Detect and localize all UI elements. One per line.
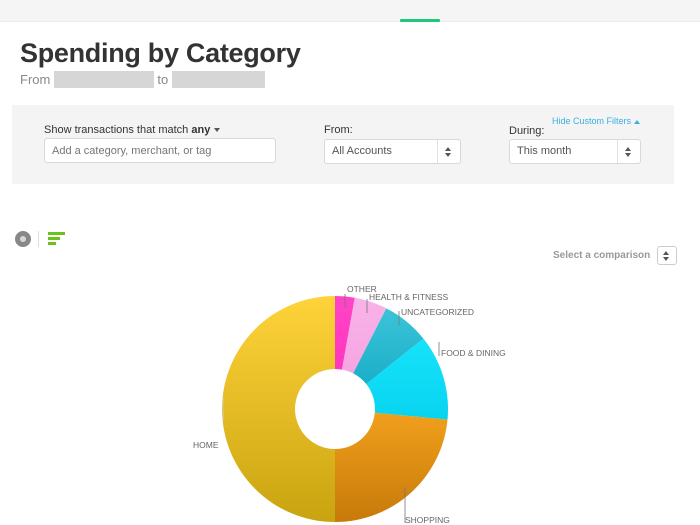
accounts-select-value: All Accounts [332,145,392,157]
spending-donut-chart: OTHERHEALTH & FITNESSUNCATEGORIZEDFOOD &… [193,284,506,525]
match-label: Show transactions that match any [44,124,221,136]
comparison-select-button[interactable] [657,246,678,265]
slice-label: FOOD & DINING [441,348,506,358]
redacted-start-date [54,71,155,88]
date-period-select[interactable]: This month [509,139,641,164]
up-down-arrows-icon [625,147,633,157]
date-period-value: This month [517,145,572,157]
match-mode-dropdown[interactable]: any [191,124,210,136]
to-label: to [157,72,169,87]
slice-label: HEALTH & FITNESS [369,292,449,302]
during-label: During: [509,125,545,137]
from-accounts-label: From: [324,124,353,136]
hide-custom-filters-link[interactable]: Hide Custom Filters [552,116,641,126]
chevron-down-icon[interactable] [214,128,221,133]
caret-up-icon [634,119,641,124]
from-label: From [20,72,51,87]
donut-chart-icon[interactable] [15,231,31,247]
page-title: Spending by Category [20,38,301,68]
up-down-arrows-icon [445,147,453,157]
comparison-label: Select a comparison [553,250,651,261]
active-tab-indicator [400,19,440,22]
search-input[interactable] [44,138,276,163]
redacted-end-date [172,71,266,88]
slice-label: HOME [193,440,219,450]
slice-label: UNCATEGORIZED [401,307,474,317]
bar-chart-icon[interactable] [48,232,65,246]
top-nav-bar [0,0,700,22]
comparison-control: Select a comparison [553,246,678,265]
date-range: From to [20,71,266,88]
accounts-select[interactable]: All Accounts [324,139,461,164]
up-down-arrows-icon [663,251,671,261]
toggle-divider [38,231,39,247]
slice-label: SHOPPING [405,515,450,525]
custom-filters-panel: Show transactions that match any From: A… [12,105,674,184]
select-divider [437,140,438,163]
donut-hole [295,369,375,449]
chart-view-toggle [15,231,65,247]
select-divider [617,140,618,163]
